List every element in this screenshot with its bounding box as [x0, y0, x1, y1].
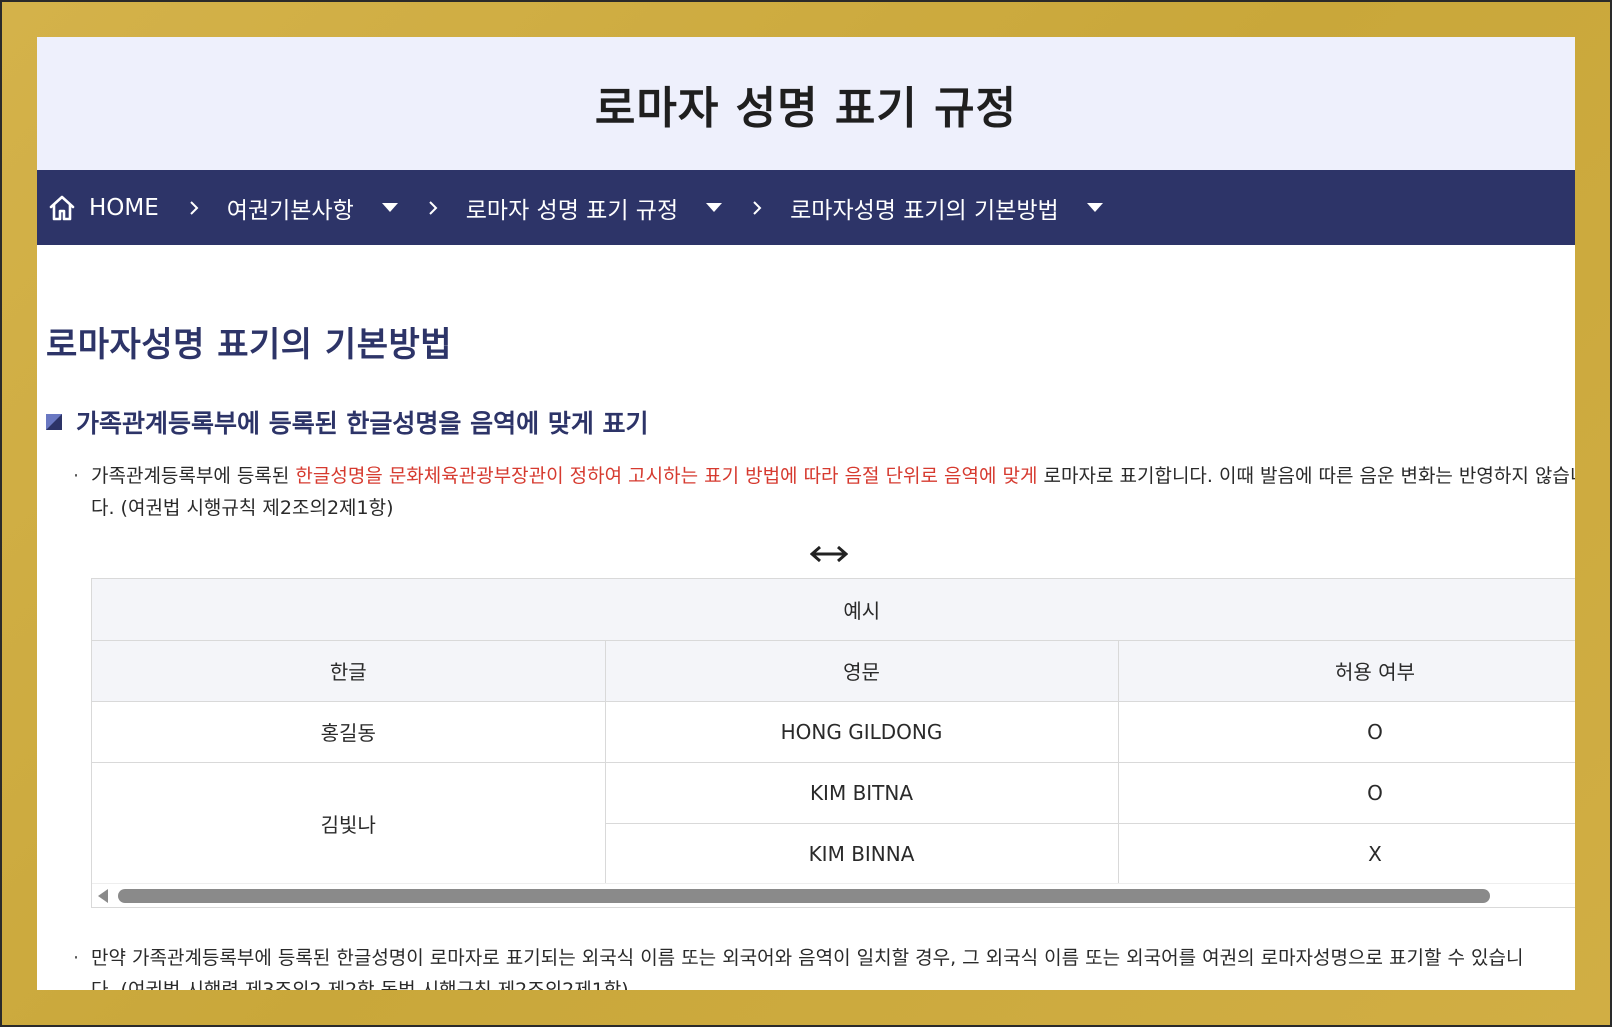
column-header-korean: 한글 — [92, 639, 606, 702]
horizontal-scroll-arrow-icon — [810, 545, 848, 563]
scroll-left-arrow-icon[interactable] — [98, 889, 108, 903]
title-band: 로마자 성명 표기 규정 — [37, 37, 1575, 170]
main-content: 로마자성명 표기의 기본방법 가족관계등록부에 등록된 한글성명을 음역에 맞게… — [37, 317, 1575, 990]
cell-allowed: X — [1117, 822, 1575, 885]
cell-allowed: O — [1117, 700, 1575, 763]
table-row: 홍길동 HONG GILDONG O — [92, 700, 1575, 763]
cell-allowed: O — [1117, 761, 1575, 824]
scrollbar-thumb[interactable] — [118, 889, 1490, 903]
horizontal-scrollbar[interactable] — [92, 883, 1575, 907]
rule-paragraph: · 가족관계등록부에 등록된 한글성명을 문화체육관광부장관이 정하여 고시하는… — [46, 460, 1575, 524]
table-row: 김빛나 KIM BITNA O — [92, 761, 1575, 885]
breadcrumb-item-basic-method[interactable]: 로마자성명 표기의 기본방법 — [790, 191, 1103, 225]
foreign-name-text: 만약 가족관계등록부에 등록된 한글성명이 로마자로 표기되는 외국식 이름 또… — [91, 947, 1524, 990]
foreign-name-paragraph: · 만약 가족관계등록부에 등록된 한글성명이 로마자로 표기되는 외국식 이름… — [46, 942, 1546, 990]
breadcrumb-home[interactable]: HOME — [47, 193, 159, 223]
breadcrumb-item-label: 로마자 성명 표기 규정 — [465, 197, 679, 224]
cell-korean: 김빛나 — [92, 761, 606, 885]
rule-lead-text: 가족관계등록부에 등록된 — [91, 465, 296, 487]
table-header-row: 한글 영문 허용 여부 — [92, 639, 1575, 702]
column-header-english: 영문 — [604, 639, 1119, 702]
cell-english: HONG GILDONG — [604, 700, 1119, 763]
breadcrumb-item-passport-basics[interactable]: 여권기본사항 — [227, 191, 398, 225]
sub-heading: 가족관계등록부에 등록된 한글성명을 음역에 맞게 표기 — [46, 404, 1575, 440]
chevron-right-icon — [187, 200, 201, 215]
chevron-right-icon — [750, 200, 764, 215]
caret-down-icon — [381, 203, 398, 212]
breadcrumb-home-label: HOME — [89, 194, 159, 221]
table-caption: 예시 — [92, 579, 1575, 641]
column-header-allowed: 허용 여부 — [1117, 639, 1575, 702]
sub-heading-text: 가족관계등록부에 등록된 한글성명을 음역에 맞게 표기 — [76, 409, 649, 438]
example-table: 예시 한글 영문 허용 여부 홍길동 HONG GILDONG O 김빛나 KI… — [92, 579, 1575, 885]
bullet-dot: · — [73, 947, 80, 969]
page-title: 로마자 성명 표기 규정 — [594, 82, 1018, 134]
cell-korean: 홍길동 — [92, 700, 606, 763]
example-table-container[interactable]: 예시 한글 영문 허용 여부 홍길동 HONG GILDONG O 김빛나 KI… — [91, 578, 1575, 908]
section-title: 로마자성명 표기의 기본방법 — [46, 325, 453, 365]
breadcrumb-item-label: 여권기본사항 — [226, 197, 354, 224]
breadcrumb: HOME 여권기본사항 로마자 성명 표기 규정 로마자성명 표기의 기본방법 — [37, 170, 1575, 245]
rule-highlight-text: 한글성명을 문화체육관광부장관이 정하여 고시하는 표기 방법에 따라 음절 단… — [295, 465, 1038, 487]
chevron-right-icon — [426, 200, 440, 215]
caret-down-icon — [1086, 203, 1103, 212]
scroll-hint — [46, 538, 1575, 578]
bullet-dot: · — [73, 465, 80, 487]
caret-down-icon — [706, 203, 723, 212]
home-icon — [49, 195, 75, 220]
web-page: 로마자 성명 표기 규정 HOME 여권기본사항 로마자 성명 표기 규정 로마… — [37, 37, 1575, 990]
breadcrumb-item-label: 로마자성명 표기의 기본방법 — [790, 197, 1059, 224]
cell-english: KIM BINNA — [605, 822, 1119, 885]
breadcrumb-item-romanization-rules[interactable]: 로마자 성명 표기 규정 — [465, 191, 723, 225]
cell-english: KIM BITNA — [604, 761, 1119, 824]
square-bullet-icon — [46, 414, 62, 430]
